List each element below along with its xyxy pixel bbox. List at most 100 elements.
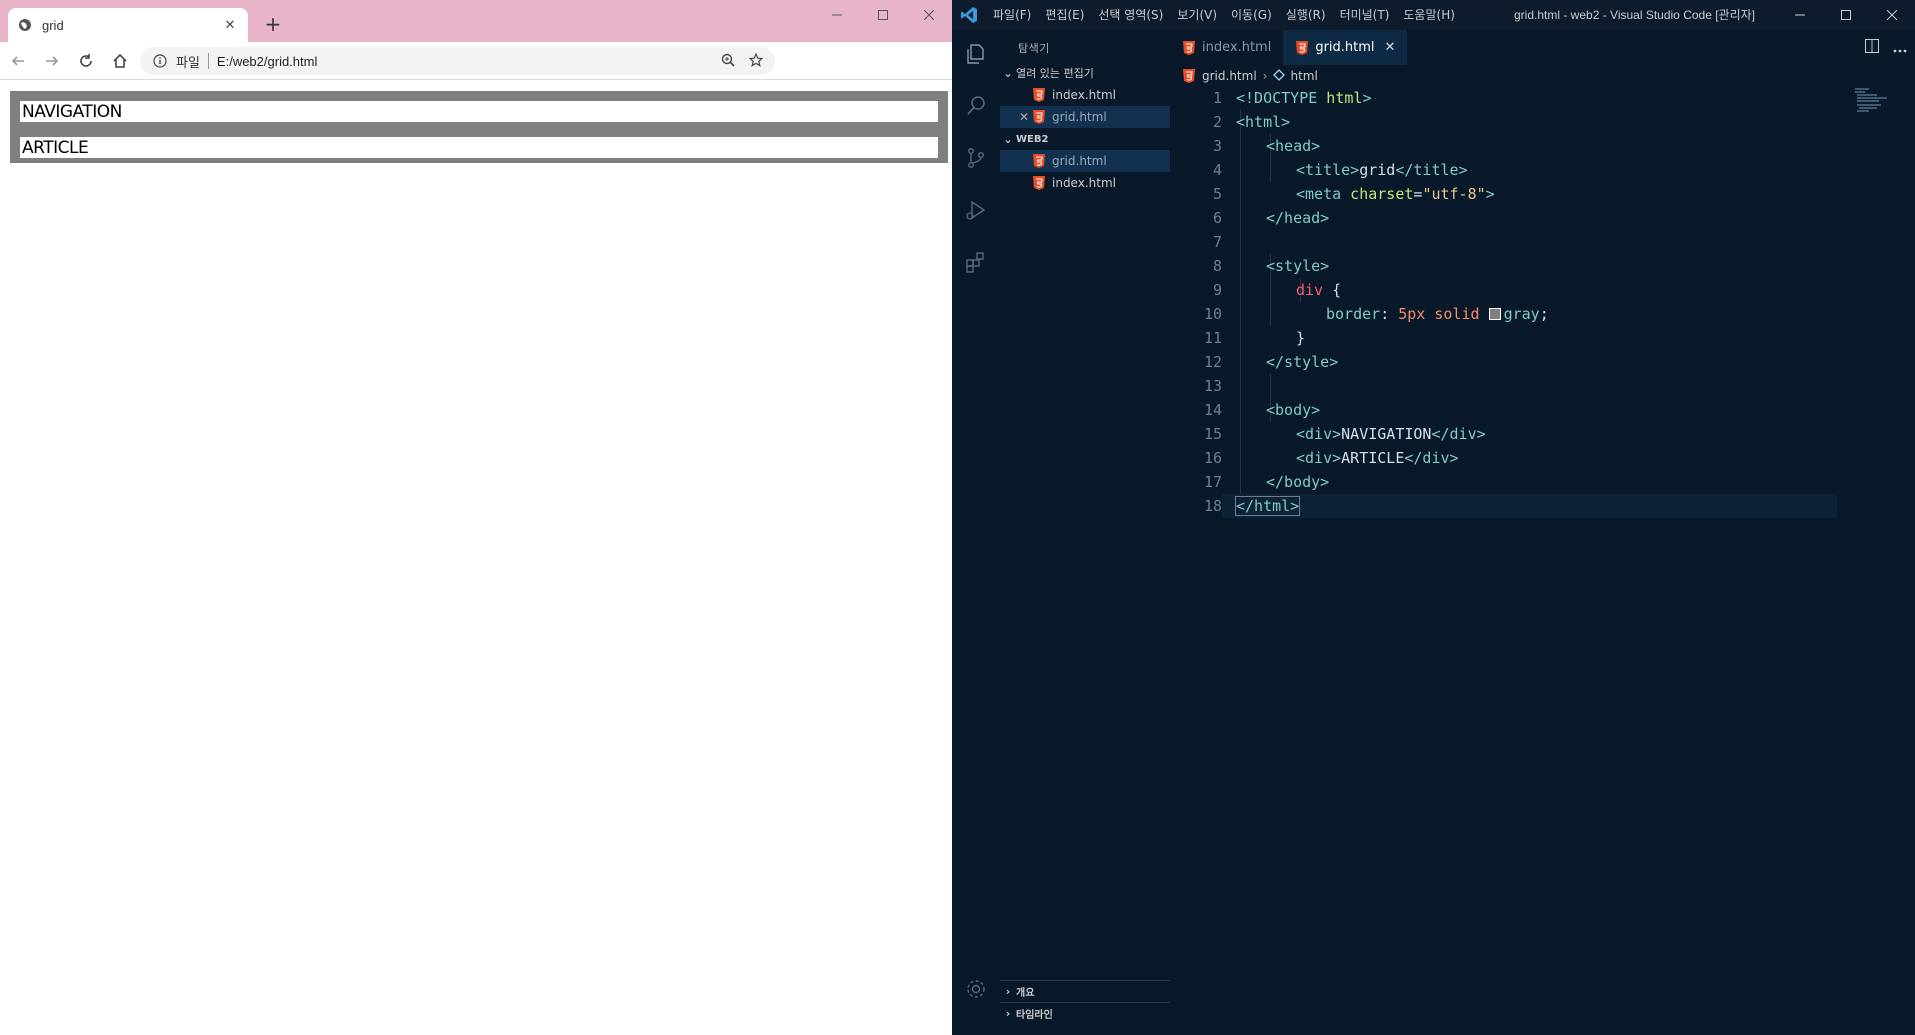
token: </head> (1266, 209, 1330, 227)
code-line: <style> (1266, 254, 1329, 278)
tab-grid-html[interactable]: grid.html ✕ (1283, 30, 1408, 65)
code-line: border: 5px solid gray; (1326, 302, 1549, 326)
back-icon[interactable] (2, 45, 34, 77)
line-number: 12 (1203, 353, 1222, 371)
file-name: grid.html (1052, 110, 1107, 124)
html5-icon (1295, 40, 1309, 55)
menu-terminal[interactable]: 터미널(T) (1333, 0, 1397, 30)
more-actions-icon[interactable] (1893, 38, 1907, 57)
breadcrumb: grid.html › html (1182, 66, 1318, 86)
page-viewport: NAVIGATION ARTICLE (0, 81, 952, 1035)
token: </div> (1404, 449, 1459, 467)
close-tab-icon[interactable]: ✕ (1385, 40, 1396, 55)
bookmark-star-icon[interactable] (748, 51, 764, 71)
token: <head> (1266, 137, 1321, 155)
line-number: 3 (1212, 137, 1222, 155)
menu-bar: 파일(F) 편집(E) 선택 영역(S) 보기(V) 이동(G) 실행(R) 터… (986, 0, 1462, 30)
token: <!DOCTYPE (1236, 89, 1318, 107)
token: </title> (1395, 161, 1468, 179)
minimap[interactable] (1845, 86, 1915, 126)
outline-section[interactable]: › 개요 (1000, 980, 1170, 1002)
forward-icon[interactable] (36, 45, 68, 77)
reload-icon[interactable] (70, 45, 102, 77)
info-icon[interactable] (152, 53, 168, 69)
breadcrumb-file[interactable]: grid.html (1202, 69, 1257, 83)
split-editor-icon[interactable] (1865, 38, 1879, 57)
tab-close-icon[interactable]: ✕ (222, 18, 238, 33)
browser-toolbar: 파일 E:/web2/grid.html 01 (0, 42, 952, 114)
browser-tab[interactable]: grid ✕ (8, 8, 248, 42)
line-number: 18 (1203, 497, 1222, 515)
browser-titlebar: grid ✕ + (0, 0, 952, 42)
zoom-icon[interactable] (721, 52, 735, 71)
close-window-icon[interactable] (906, 0, 952, 30)
explorer-icon[interactable] (952, 30, 1000, 78)
symbol-icon (1273, 68, 1286, 84)
token: <div> (1296, 449, 1342, 467)
token: solid (1425, 305, 1489, 323)
token: <style> (1266, 257, 1330, 275)
settings-gear-icon[interactable] (952, 965, 1000, 1013)
line-number: 8 (1212, 257, 1222, 275)
address-bar[interactable]: 파일 E:/web2/grid.html (140, 47, 775, 75)
token: gray (1503, 305, 1540, 323)
menu-selection[interactable]: 선택 영역(S) (1091, 0, 1170, 30)
html5-icon (1182, 40, 1196, 55)
editor-tab-bar: index.html grid.html ✕ (1170, 30, 1915, 65)
code-line: <title>grid</title> (1296, 158, 1468, 182)
line-number: 9 (1212, 281, 1222, 299)
open-editor-item[interactable]: index.html (1000, 84, 1170, 106)
line-number: 16 (1203, 449, 1222, 467)
outer-div: NAVIGATION ARTICLE (10, 91, 948, 163)
close-icon[interactable]: ✕ (1016, 110, 1032, 124)
chevron-right-icon: › (1005, 1007, 1011, 1020)
code-line: </head> (1266, 206, 1329, 230)
menu-file[interactable]: 파일(F) (986, 0, 1038, 30)
activity-bar (952, 30, 1000, 1025)
folder-file-item[interactable]: grid.html (1000, 150, 1170, 172)
vscode-logo-icon (952, 0, 986, 30)
code-line: </style> (1266, 350, 1338, 374)
timeline-section[interactable]: › 타임라인 (1000, 1002, 1170, 1024)
tab-index-html[interactable]: index.html (1170, 30, 1283, 65)
menu-help[interactable]: 도움말(H) (1396, 0, 1462, 30)
open-editors-section[interactable]: ⌄ 열려 있는 편집기 (1000, 62, 1170, 84)
file-name: index.html (1052, 88, 1116, 102)
search-icon[interactable] (952, 82, 1000, 130)
folder-file-item[interactable]: index.html (1000, 172, 1170, 194)
code-editor[interactable]: 1 2 3 4 5 6 7 8 9 10 11 12 13 14 15 16 1… (1170, 86, 1915, 1026)
source-control-icon[interactable] (952, 134, 1000, 182)
minimize-icon[interactable] (1777, 0, 1823, 30)
file-name: grid.html (1052, 154, 1107, 168)
minimize-icon[interactable] (814, 0, 860, 30)
home-icon[interactable] (104, 45, 136, 77)
menu-go[interactable]: 이동(G) (1224, 0, 1279, 30)
line-number: 7 (1212, 233, 1222, 251)
run-debug-icon[interactable] (952, 186, 1000, 234)
indent-guide (1240, 110, 1241, 494)
menu-run[interactable]: 실행(R) (1279, 0, 1333, 30)
url-text[interactable]: E:/web2/grid.html (217, 54, 721, 69)
token: > (1485, 185, 1495, 203)
code-line: </html> (1234, 494, 1301, 518)
extensions-icon[interactable] (952, 238, 1000, 286)
menu-view[interactable]: 보기(V) (1170, 0, 1224, 30)
code-line: <head> (1266, 134, 1320, 158)
folder-section[interactable]: ⌄ WEB2 (1000, 128, 1170, 150)
new-tab-button[interactable]: + (262, 13, 284, 35)
maximize-icon[interactable] (860, 0, 906, 30)
close-window-icon[interactable] (1869, 0, 1915, 30)
line-number: 15 (1203, 425, 1222, 443)
token: { (1323, 281, 1342, 299)
breadcrumb-symbol[interactable]: html (1290, 69, 1317, 83)
maximize-icon[interactable] (1823, 0, 1869, 30)
color-swatch-icon[interactable] (1488, 308, 1501, 320)
token: } (1296, 329, 1306, 347)
menu-edit[interactable]: 편집(E) (1038, 0, 1091, 30)
line-number: 14 (1203, 401, 1222, 419)
code-line: <div>ARTICLE</div> (1296, 446, 1459, 470)
status-bar (952, 1025, 1915, 1035)
line-number: 4 (1212, 161, 1222, 179)
sidebar-title: 탐색기 (1018, 42, 1050, 55)
open-editor-item[interactable]: ✕ grid.html (1000, 106, 1170, 128)
